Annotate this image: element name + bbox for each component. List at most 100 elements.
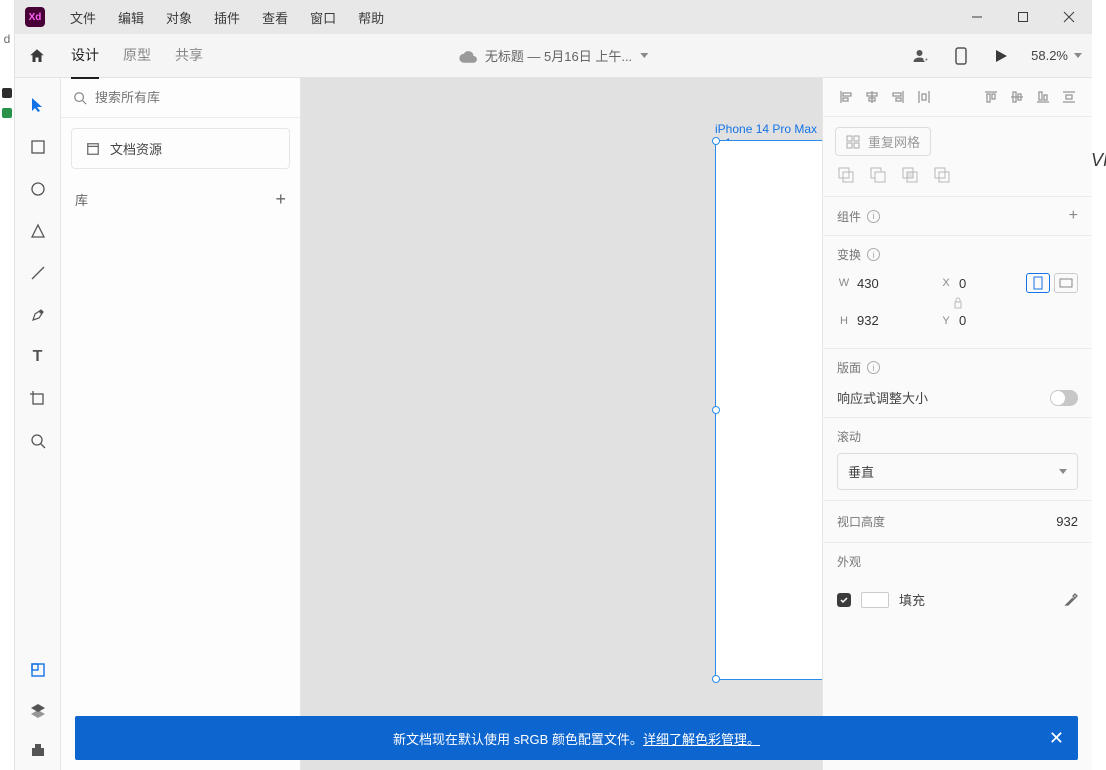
library-doc-assets[interactable]: 文档资源 [71, 128, 290, 169]
library-add-button[interactable]: + [275, 189, 286, 210]
tool-zoom[interactable] [15, 420, 61, 462]
x-value[interactable]: 0 [959, 276, 1009, 291]
handle-nw[interactable] [712, 137, 720, 145]
viewport-height-row: 视口高度 [823, 501, 1092, 543]
height-label: H [837, 315, 851, 327]
orientation-landscape[interactable] [1054, 273, 1078, 293]
handle-sw[interactable] [712, 675, 720, 683]
banner-close-button[interactable]: ✕ [1049, 728, 1064, 749]
properties-panel: 重复网格 组件i+ 变换i W 430 [822, 78, 1092, 770]
tool-ellipse[interactable] [15, 168, 61, 210]
section-component-label: 组件 [837, 208, 861, 225]
eyedropper-icon[interactable] [1064, 593, 1078, 607]
info-icon[interactable]: i [867, 361, 880, 374]
canvas[interactable]: iPhone 14 Pro Max – 1 [301, 78, 822, 770]
info-icon[interactable]: i [867, 210, 880, 223]
orientation-portrait[interactable] [1026, 273, 1050, 293]
bool-add-icon[interactable] [837, 166, 855, 184]
y-label: Y [939, 315, 953, 327]
y-value[interactable]: 0 [959, 313, 1009, 328]
panel-libraries-icon[interactable] [15, 650, 61, 690]
width-label: W [837, 277, 851, 289]
window-maximize-button[interactable] [1000, 0, 1046, 34]
library-search-input[interactable] [95, 90, 288, 105]
info-icon[interactable]: i [867, 248, 880, 261]
info-banner: 新文档现在默认使用 sRGB 颜色配置文件。 详细了解色彩管理。 ✕ [75, 716, 1078, 760]
home-button[interactable] [15, 34, 59, 78]
menu-view[interactable]: 查看 [251, 0, 299, 34]
tool-rectangle[interactable] [15, 126, 61, 168]
align-bottom-icon[interactable] [1032, 86, 1054, 108]
distribute-h-icon[interactable] [913, 86, 935, 108]
tab-prototype[interactable]: 原型 [123, 33, 151, 79]
align-center-h-icon[interactable] [861, 86, 883, 108]
repeat-grid-label: 重复网格 [868, 132, 920, 151]
section-scroll: 滚动 垂直 [823, 418, 1092, 501]
zoom-level[interactable]: 58.2% [1031, 48, 1082, 63]
align-middle-icon[interactable] [1006, 86, 1028, 108]
fill-swatch[interactable] [861, 592, 889, 608]
height-value[interactable]: 932 [857, 313, 907, 328]
bool-subtract-icon[interactable] [869, 166, 887, 184]
library-section-header: 库 [75, 190, 88, 209]
x-label: X [939, 277, 953, 289]
zoom-value: 58.2% [1031, 48, 1068, 63]
tool-pen[interactable] [15, 294, 61, 336]
align-top-icon[interactable] [980, 86, 1002, 108]
align-left-icon[interactable] [835, 86, 857, 108]
external-square-green [2, 108, 12, 118]
library-doc-assets-label: 文档资源 [110, 139, 162, 158]
lock-aspect-icon[interactable] [953, 297, 963, 309]
titlebar: Xd 文件 编辑 对象 插件 查看 窗口 帮助 [15, 0, 1092, 34]
handle-w[interactable] [712, 406, 720, 414]
document-tabrow: 设计 原型 共享 无标题 — 5月16日 上午... + 58.2% [15, 34, 1092, 78]
tool-polygon[interactable] [15, 210, 61, 252]
menu-object[interactable]: 对象 [155, 0, 203, 34]
menu-plugin[interactable]: 插件 [203, 0, 251, 34]
viewport-height-input[interactable] [1018, 514, 1078, 529]
menu-window[interactable]: 窗口 [299, 0, 347, 34]
window-minimize-button[interactable] [954, 0, 1000, 34]
search-icon [73, 91, 87, 105]
menu-edit[interactable]: 编辑 [107, 0, 155, 34]
tool-select[interactable] [15, 84, 61, 126]
section-appearance-label: 外观 [837, 553, 861, 570]
bool-exclude-icon[interactable] [933, 166, 951, 184]
repeat-grid-button[interactable]: 重复网格 [835, 127, 931, 156]
window-close-button[interactable] [1046, 0, 1092, 34]
menubar: 文件 编辑 对象 插件 查看 窗口 帮助 [59, 0, 395, 34]
panel-plugins-icon[interactable] [15, 730, 61, 770]
scroll-select[interactable]: 垂直 [837, 453, 1078, 490]
tool-text[interactable]: T [15, 336, 61, 378]
external-frag-top: d [4, 32, 11, 46]
external-left-strip: d [0, 0, 14, 770]
invite-icon[interactable]: + [911, 46, 931, 66]
artboard[interactable] [715, 140, 822, 680]
responsive-resize-label: 响应式调整大小 [837, 388, 928, 407]
app-logo-text: Xd [29, 12, 42, 23]
fill-checkbox[interactable] [837, 593, 851, 607]
tool-line[interactable] [15, 252, 61, 294]
doc-title-chevron-icon[interactable] [640, 53, 648, 58]
tab-design[interactable]: 设计 [71, 33, 99, 79]
bool-intersect-icon[interactable] [901, 166, 919, 184]
library-search[interactable] [61, 78, 300, 118]
external-square-dark [2, 88, 12, 98]
scroll-value: 垂直 [848, 462, 874, 481]
panel-layers-icon[interactable] [15, 690, 61, 730]
distribute-v-icon[interactable] [1058, 86, 1080, 108]
align-right-icon[interactable] [887, 86, 909, 108]
chevron-down-icon [1074, 53, 1082, 58]
banner-link[interactable]: 详细了解色彩管理。 [643, 729, 760, 748]
external-frag-right: VI [1091, 150, 1106, 171]
tool-artboard[interactable] [15, 378, 61, 420]
width-value[interactable]: 430 [857, 276, 907, 291]
app-logo: Xd [25, 7, 45, 27]
menu-help[interactable]: 帮助 [347, 0, 395, 34]
desktop-preview-icon[interactable] [991, 46, 1011, 66]
tab-share[interactable]: 共享 [175, 33, 203, 79]
responsive-toggle[interactable] [1050, 390, 1078, 406]
device-preview-icon[interactable] [951, 46, 971, 66]
menu-file[interactable]: 文件 [59, 0, 107, 34]
component-add-button[interactable]: + [1069, 207, 1078, 225]
